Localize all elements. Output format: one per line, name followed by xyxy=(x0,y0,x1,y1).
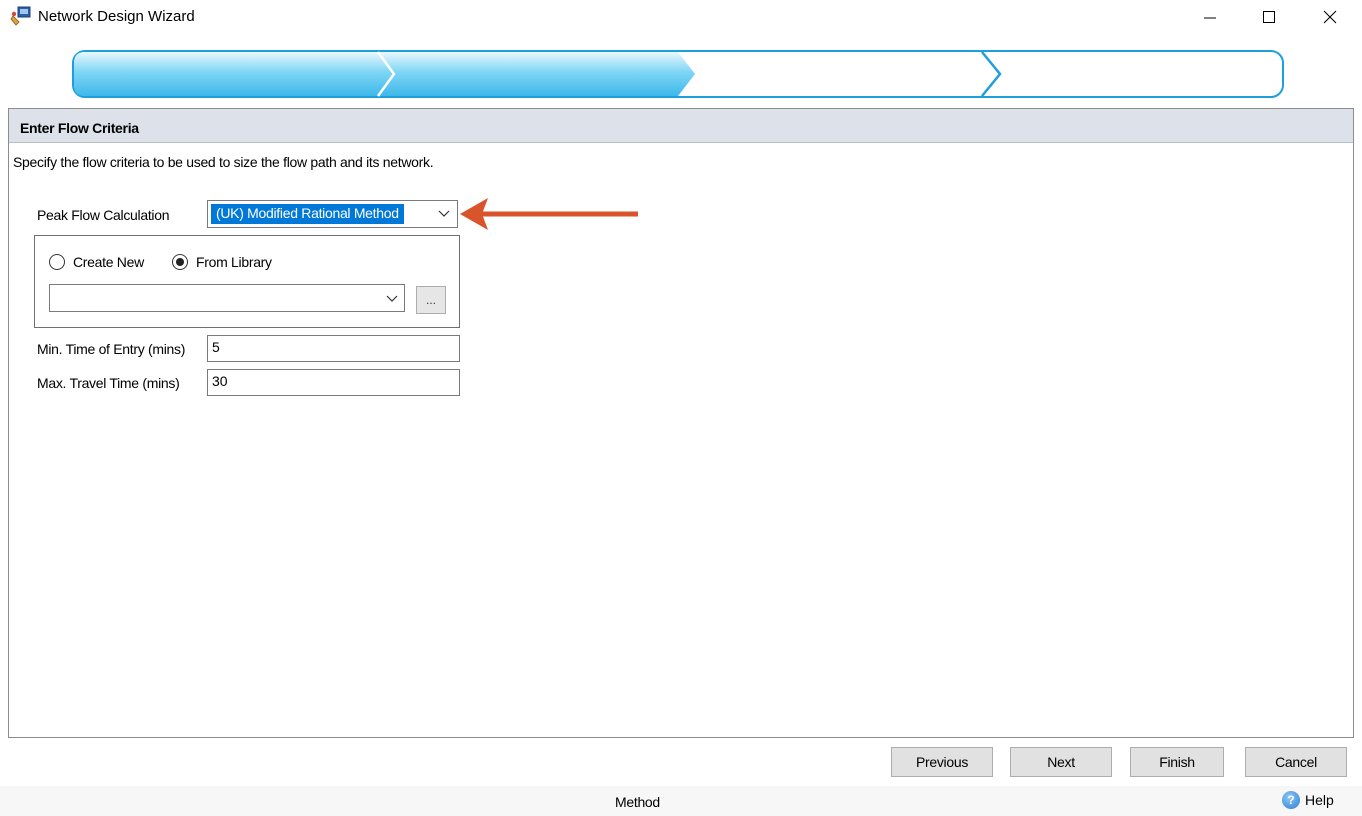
close-button[interactable] xyxy=(1302,0,1358,34)
panel-header: Enter Flow Criteria xyxy=(9,109,1353,143)
panel-description: Specify the flow criteria to be used to … xyxy=(13,154,434,170)
minimize-button[interactable] xyxy=(1182,0,1238,34)
next-button[interactable]: Next xyxy=(1010,747,1112,777)
radio-selected-icon[interactable] xyxy=(172,254,188,270)
min-time-entry-label: Min. Time of Entry (mins) xyxy=(37,341,186,357)
peak-flow-dropdown[interactable]: (UK) Modified Rational Method xyxy=(207,200,458,228)
radio-dot xyxy=(176,258,184,266)
from-library-radio[interactable]: From Library xyxy=(172,254,272,270)
progress-fill-completed xyxy=(74,52,695,96)
window-title: Network Design Wizard xyxy=(38,8,195,25)
panel-title: Enter Flow Criteria xyxy=(20,120,139,136)
annotation-arrow-icon xyxy=(460,198,638,230)
cancel-button[interactable]: Cancel xyxy=(1245,747,1347,777)
previous-button[interactable]: Previous xyxy=(891,747,993,777)
help-icon[interactable]: ? xyxy=(1282,791,1300,809)
network-wizard-icon xyxy=(10,6,31,26)
minimize-icon xyxy=(1204,17,1216,19)
min-time-entry-input[interactable]: 5 xyxy=(207,335,460,362)
help-link[interactable]: ? Help xyxy=(1282,791,1334,809)
finish-button[interactable]: Finish xyxy=(1130,747,1224,777)
max-travel-time-label: Max. Travel Time (mins) xyxy=(37,375,180,391)
create-new-label: Create New xyxy=(73,254,144,270)
peak-flow-selected-value: (UK) Modified Rational Method xyxy=(211,204,404,224)
maximize-button[interactable] xyxy=(1241,0,1297,34)
help-label[interactable]: Help xyxy=(1305,792,1334,808)
from-library-label: From Library xyxy=(196,254,272,270)
chevron-down-icon[interactable] xyxy=(437,208,451,220)
create-new-radio[interactable]: Create New xyxy=(49,254,144,270)
library-dropdown[interactable] xyxy=(49,284,405,312)
status-bar: Method ? Help xyxy=(0,786,1362,816)
title-bar: Network Design Wizard xyxy=(0,0,1362,36)
radio-unselected-icon[interactable] xyxy=(49,254,65,270)
wizard-progress-bar xyxy=(72,50,1284,98)
content-panel: Enter Flow Criteria Specify the flow cri… xyxy=(8,108,1354,738)
status-text: Method xyxy=(615,794,660,810)
max-travel-time-input[interactable]: 30 xyxy=(207,369,460,396)
maximize-icon xyxy=(1263,11,1275,23)
close-icon xyxy=(1323,10,1337,24)
peak-flow-label: Peak Flow Calculation xyxy=(37,207,170,223)
chevron-down-icon[interactable] xyxy=(385,293,399,305)
source-group-box: Create New From Library ... xyxy=(34,235,460,328)
browse-library-button[interactable]: ... xyxy=(416,286,446,314)
